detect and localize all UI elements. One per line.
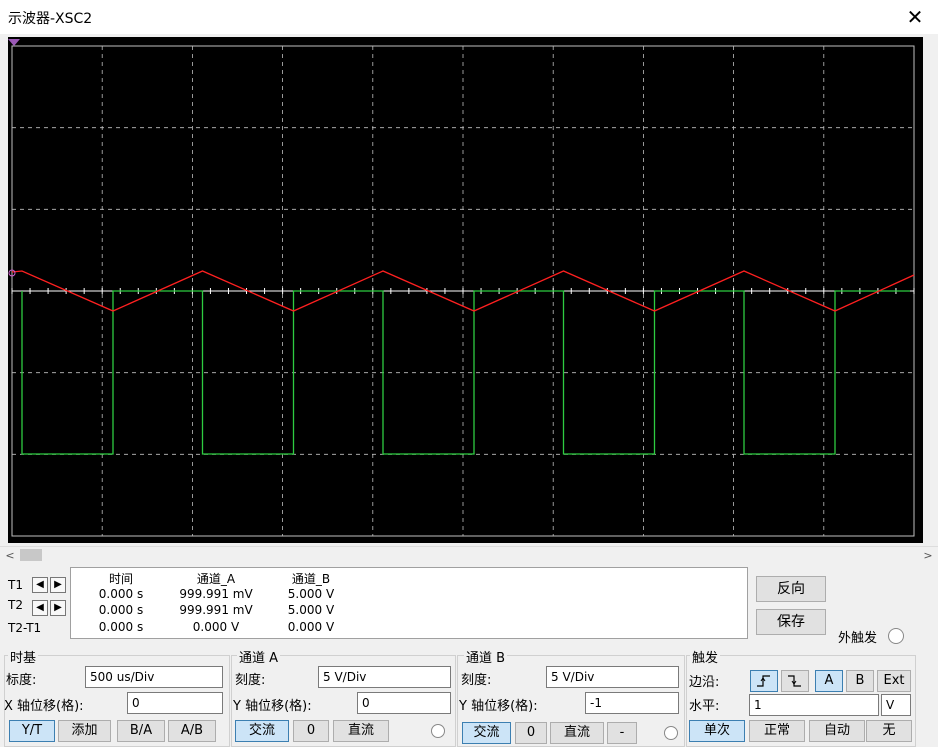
title-bar: 示波器-XSC2 ✕ — [0, 0, 938, 34]
scroll-left-icon[interactable]: < — [2, 547, 18, 564]
x-position-label: X 轴位移(格): — [4, 699, 84, 714]
oscilloscope-screen — [8, 37, 923, 543]
channel-a-dc-button[interactable]: 直流 — [333, 720, 389, 742]
b-over-a-button[interactable]: B/A — [117, 720, 165, 742]
save-button[interactable]: 保存 — [756, 609, 826, 635]
scroll-right-icon[interactable]: > — [920, 547, 936, 564]
t1-label: T1 — [8, 578, 23, 592]
channel-a-y-position-field[interactable]: 0 — [357, 692, 451, 714]
a-over-b-button[interactable]: A/B — [168, 720, 216, 742]
t1-cursor-marker-icon — [8, 39, 20, 46]
timebase-scale-field[interactable]: 500 us/Div — [85, 666, 223, 688]
channel-b-trace — [21, 290, 910, 455]
channel-a-title: 通道 A — [237, 647, 281, 666]
channel-a-ac-button[interactable]: 交流 — [235, 720, 289, 742]
t2-t1-channel-a: 0.000 V — [192, 620, 240, 634]
channel-b-y-position-label: Y 轴位移(格): — [459, 699, 538, 714]
trigger-level-unit[interactable]: V — [881, 694, 911, 716]
channel-a-zero-button[interactable]: 0 — [293, 720, 329, 742]
reverse-button[interactable]: 反向 — [756, 576, 826, 602]
yt-button[interactable]: Y/T — [9, 720, 55, 742]
t2-t1-time: 0.000 s — [98, 620, 144, 634]
t1-time: 0.000 s — [98, 587, 144, 601]
falling-edge-button[interactable] — [781, 670, 809, 692]
t1-right-arrow-icon[interactable]: ▶ — [50, 577, 66, 593]
single-mode-button[interactable]: 单次 — [689, 720, 745, 742]
trigger-edge-label: 边沿: — [689, 675, 720, 690]
t2-left-arrow-icon[interactable]: ◀ — [32, 600, 48, 616]
t2-time: 0.000 s — [98, 603, 144, 617]
t2-right-arrow-icon[interactable]: ▶ — [50, 600, 66, 616]
channel-b-zero-button[interactable]: 0 — [515, 722, 547, 744]
waveform-display — [8, 39, 915, 537]
t1-left-arrow-icon[interactable]: ◀ — [32, 577, 48, 593]
add-button[interactable]: 添加 — [58, 720, 111, 742]
timebase-title: 时基 — [8, 647, 39, 666]
scroll-thumb[interactable] — [20, 549, 42, 561]
trigger-level-field[interactable]: 1 — [749, 694, 879, 716]
trigger-level-label: 水平: — [689, 699, 720, 714]
none-mode-button[interactable]: 无 — [866, 720, 912, 742]
header-channel-b: 通道_B — [291, 572, 331, 586]
trigger-source-ext-button[interactable]: Ext — [877, 670, 911, 692]
trigger-title: 触发 — [690, 647, 721, 666]
timebase-scale-label: 标度: — [6, 673, 37, 688]
rising-edge-button[interactable] — [750, 670, 778, 692]
rising-edge-icon — [757, 675, 770, 687]
channel-b-radio[interactable] — [664, 726, 678, 740]
header-channel-a: 通道_A — [196, 572, 236, 586]
auto-mode-button[interactable]: 自动 — [809, 720, 865, 742]
channel-b-ac-button[interactable]: 交流 — [462, 722, 511, 744]
t2-t1-label: T2-T1 — [8, 621, 42, 635]
channel-b-scale-field[interactable]: 5 V/Div — [546, 666, 679, 688]
external-trigger-radio[interactable] — [888, 628, 904, 644]
t1-channel-a: 999.991 mV — [179, 587, 253, 601]
falling-edge-icon — [788, 675, 801, 687]
channel-a-y-position-label: Y 轴位移(格): — [233, 699, 312, 714]
x-position-field[interactable]: 0 — [127, 692, 223, 714]
t2-channel-a: 999.991 mV — [179, 603, 253, 617]
header-time: 时间 — [108, 572, 133, 586]
t2-label: T2 — [8, 598, 23, 612]
close-icon[interactable]: ✕ — [892, 0, 938, 34]
t1-channel-b: 5.000 V — [287, 587, 335, 601]
t2-channel-b: 5.000 V — [287, 603, 335, 617]
cursor-readout-table: 时间 通道_A 通道_B 0.000 s 999.991 mV 5.000 V … — [70, 567, 748, 639]
t2-t1-channel-b: 0.000 V — [287, 620, 335, 634]
window-title: 示波器-XSC2 — [8, 11, 93, 27]
channel-a-scale-field[interactable]: 5 V/Div — [318, 666, 451, 688]
channel-b-scale-label: 刻度: — [461, 673, 492, 688]
channel-a-scale-label: 刻度: — [235, 673, 266, 688]
external-trigger-label: 外触发 — [838, 631, 878, 646]
channel-b-dc-button[interactable]: 直流 — [550, 722, 604, 744]
horizontal-scrollbar[interactable]: < > — [0, 546, 938, 564]
channel-b-minus-button[interactable]: - — [607, 722, 637, 744]
trigger-source-a-button[interactable]: A — [815, 670, 843, 692]
normal-mode-button[interactable]: 正常 — [749, 720, 805, 742]
channel-b-y-position-field[interactable]: -1 — [585, 692, 679, 714]
channel-b-title: 通道 B — [464, 647, 508, 666]
channel-a-radio[interactable] — [431, 724, 445, 738]
trigger-source-b-button[interactable]: B — [846, 670, 874, 692]
